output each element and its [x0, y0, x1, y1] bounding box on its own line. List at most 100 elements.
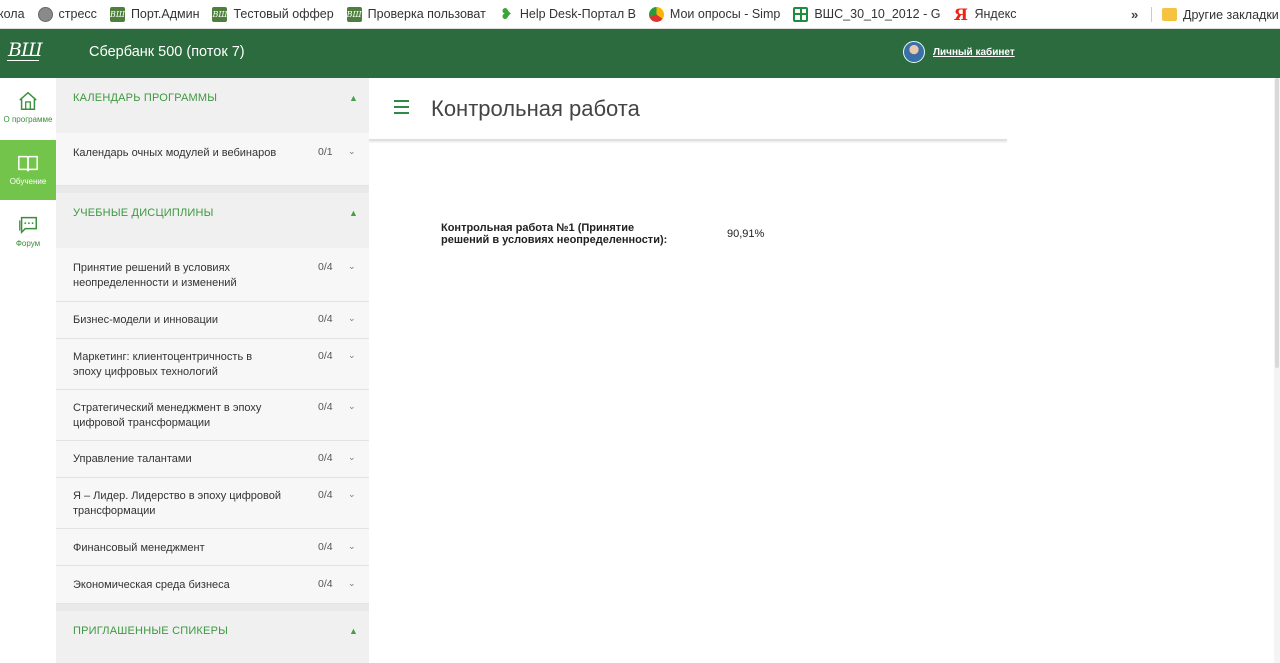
left-rail: О программе Обучение Форум — [0, 78, 56, 663]
rail-item-forum[interactable]: Форум — [0, 202, 56, 262]
bookmark-label: ВШС_30_10_2012 - G — [814, 7, 941, 21]
program-sidebar: КАЛЕНДАРЬ ПРОГРАММЫ ▲ Календарь очных мо… — [56, 78, 369, 663]
bookmark-label: Порт.Админ — [130, 7, 200, 21]
bookmarks-bar: кола стресс ВШ Порт.Админ ВШ Тестовый оффе… — [0, 0, 1280, 29]
chevron-down-icon: ⌄ — [348, 146, 356, 156]
rail-item-about[interactable]: О программе — [0, 78, 56, 138]
chat-icon — [19, 216, 37, 235]
bookmark-label: Мои опросы - Simp — [669, 7, 781, 21]
chevron-down-icon: ⌄ — [348, 401, 356, 411]
progress-count: 0/4 — [318, 489, 333, 501]
course-title: Сбербанк 500 (поток 7) — [89, 44, 245, 60]
progress-count: 0/4 — [318, 261, 333, 273]
leaf-icon: ❥ — [500, 6, 513, 23]
sidebar-item-discipline[interactable]: Стратегический менеджмент в эпоху цифров… — [56, 390, 369, 441]
chevron-up-icon: ▲ — [349, 208, 358, 218]
bookmark-label: Проверка пользоват — [367, 7, 486, 21]
sidebar-item-label: Я – Лидер. Лидерство в эпоху цифровой тр… — [73, 490, 281, 517]
other-bookmarks-label: Другие закладки — [1183, 7, 1279, 22]
personal-cabinet-link[interactable]: Личный кабинет — [933, 47, 1015, 58]
sidebar-item-discipline[interactable]: Экономическая среда бизнеса 0/4 ⌄ — [56, 566, 369, 604]
site-header: ВШ Сбербанк 500 (поток 7) Личный кабинет — [0, 29, 1280, 78]
sidebar-item-label: Принятие решений в условиях неопределенн… — [73, 262, 237, 289]
chevron-down-icon: ⌄ — [348, 350, 356, 360]
sidebar-item-label: Финансовый менеджмент — [73, 542, 205, 554]
section-title: ПРИГЛАШЕННЫЕ СПИКЕРЫ — [73, 625, 229, 637]
section-title: УЧЕБНЫЕ ДИСЦИПЛИНЫ — [73, 207, 214, 219]
other-bookmarks-button[interactable]: Другие закладки — [1162, 0, 1279, 29]
yandex-icon: Я — [953, 4, 969, 24]
progress-count: 0/4 — [318, 350, 333, 362]
bookmark-label: Яндекс — [974, 7, 1017, 21]
bookmark-item[interactable]: ❥ Help Desk-Портал В — [499, 6, 636, 23]
chevron-down-icon: ⌄ — [348, 261, 356, 271]
sidebar-item-label: Управление талантами — [73, 453, 192, 465]
vshu-logo-icon: ВШ — [109, 6, 125, 22]
bookmark-label: стресс — [58, 7, 97, 21]
chevron-up-icon: ▲ — [349, 93, 358, 103]
sidebar-item-discipline[interactable]: Бизнес-модели и инновации 0/4 ⌄ — [56, 302, 369, 339]
bookmark-item[interactable]: стресс — [37, 6, 97, 22]
rail-item-learning[interactable]: Обучение — [0, 140, 56, 200]
logo-underline — [7, 60, 39, 61]
sidebar-item-discipline[interactable]: Маркетинг: клиентоцентричность в эпоху ц… — [56, 339, 369, 390]
sidebar-item-label: Бизнес-модели и инновации — [73, 314, 219, 326]
section-disciplines[interactable]: УЧЕБНЫЕ ДИСЦИПЛИНЫ ▲ — [56, 193, 369, 223]
folder-icon — [1162, 8, 1177, 21]
more-bookmarks-button[interactable]: » — [1131, 0, 1138, 29]
hamburger-menu-icon[interactable] — [394, 100, 409, 114]
bookmark-label: Help Desk-Портал В — [519, 7, 636, 21]
bookmark-label: Тестовый оффер — [233, 7, 334, 21]
sidebar-item-label: Календарь очных модулей и вебинаров — [73, 147, 277, 159]
home-icon — [19, 91, 37, 110]
section-speakers[interactable]: ПРИГЛАШЕННЫЕ СПИКЕРЫ ▲ — [56, 611, 369, 641]
progress-count: 0/4 — [318, 541, 333, 553]
title-divider — [369, 139, 1007, 141]
sidebar-item-discipline[interactable]: Принятие решений в условиях неопределенн… — [56, 248, 369, 302]
section-title: КАЛЕНДАРЬ ПРОГРАММЫ — [73, 92, 218, 104]
rail-label: О программе — [3, 115, 53, 124]
sidebar-item-discipline[interactable]: Я – Лидер. Лидерство в эпоху цифровой тр… — [56, 478, 369, 529]
vshu-logo-icon: ВШ — [212, 6, 228, 22]
vshu-logo-icon: ВШ — [346, 6, 362, 22]
avatar[interactable] — [903, 41, 925, 63]
test-result-label: Контрольная работа №1 (Принятие решений … — [441, 222, 668, 246]
sidebar-item-label: Маркетинг: клиентоцентричность в эпоху ц… — [73, 351, 253, 378]
bookmark-item[interactable]: ВШ Порт.Админ — [109, 6, 200, 22]
sidebar-item-calendar[interactable]: Календарь очных модулей и вебинаров 0/1 … — [56, 133, 369, 186]
bookmark-item[interactable]: Мои опросы - Simp — [648, 6, 781, 22]
section-calendar[interactable]: КАЛЕНДАРЬ ПРОГРАММЫ ▲ — [56, 78, 369, 108]
chevron-down-icon: ⌄ — [348, 452, 356, 462]
book-icon — [18, 155, 38, 172]
bookmark-item[interactable]: кола — [0, 7, 25, 21]
sidebar-item-discipline[interactable]: Финансовый менеджмент 0/4 ⌄ — [56, 529, 369, 566]
chevron-down-icon: ⌄ — [348, 541, 356, 551]
bookmark-label: кола — [0, 7, 25, 21]
sidebar-item-label: Стратегический менеджмент в эпоху цифров… — [73, 402, 262, 429]
chevron-up-icon: ▲ — [349, 626, 358, 636]
chevron-down-icon: ⌄ — [348, 313, 356, 323]
rail-label: Форум — [15, 239, 41, 248]
bookmark-item[interactable]: ВШС_30_10_2012 - G — [793, 6, 941, 22]
sheet-icon — [793, 6, 809, 22]
section-divider — [56, 604, 369, 611]
progress-count: 0/4 — [318, 578, 333, 590]
bookmark-item[interactable]: Я Яндекс — [953, 4, 1017, 24]
bookmarks-divider — [1151, 7, 1152, 22]
site-logo[interactable]: ВШ — [8, 39, 43, 61]
rail-label: Обучение — [9, 177, 47, 186]
progress-count: 0/4 — [318, 452, 333, 464]
scrollbar[interactable] — [1274, 78, 1280, 663]
globe-icon — [37, 6, 53, 22]
page-title: Контрольная работа — [431, 96, 640, 121]
sidebar-item-label: Экономическая среда бизнеса — [73, 579, 230, 591]
bookmark-item[interactable]: ВШ Проверка пользоват — [346, 6, 486, 22]
scrollbar-thumb[interactable] — [1275, 78, 1279, 368]
chevron-down-icon: ⌄ — [348, 489, 356, 499]
progress-count: 0/1 — [318, 146, 333, 158]
progress-count: 0/4 — [318, 401, 333, 413]
sidebar-item-discipline[interactable]: Управление талантами 0/4 ⌄ — [56, 441, 369, 478]
bookmark-item[interactable]: ВШ Тестовый оффер — [212, 6, 334, 22]
test-result-value: 90,91% — [727, 228, 765, 240]
pie-icon — [648, 6, 664, 22]
